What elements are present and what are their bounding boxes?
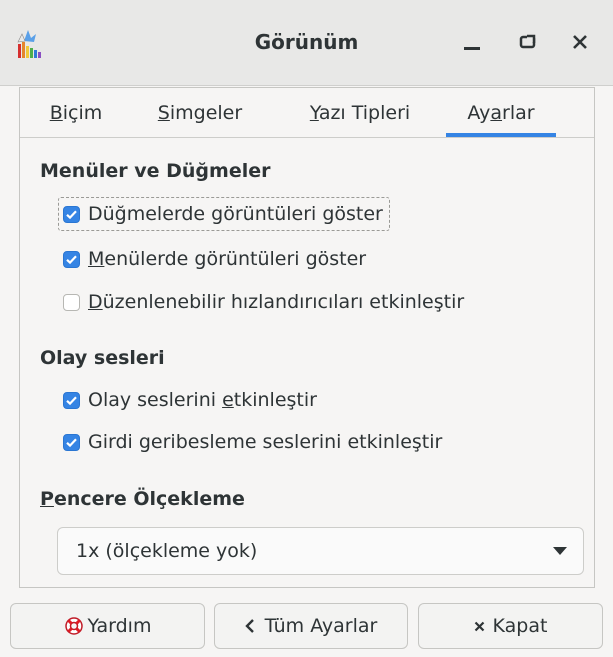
tab-yazi-tipleri[interactable]: Yazı Tipleri: [286, 88, 434, 137]
window-scaling-dropdown[interactable]: 1x (ölçekleme yok): [57, 527, 584, 575]
tab-bar: Biçim Simgeler Yazı Tipleri Ayarlar: [20, 88, 594, 138]
tab-label-mnemonic: a: [490, 102, 503, 124]
label-rest: tkinleştir: [233, 389, 317, 411]
checkbox-label: Düzenlenebilir hızlandırıcıları etkinleş…: [88, 291, 464, 313]
chevron-left-icon: [244, 618, 255, 634]
close-button[interactable]: Kapat: [418, 603, 603, 649]
checkbox-checked-icon[interactable]: [63, 433, 80, 451]
all-settings-button[interactable]: Tüm Ayarlar: [214, 603, 408, 649]
tab-label-mnemonic: Y: [309, 102, 319, 124]
label-mnemonic: P: [40, 488, 54, 510]
checkbox-checked-icon[interactable]: [63, 205, 80, 223]
help-button[interactable]: Yardım: [10, 603, 205, 649]
tab-label: rlar: [502, 102, 535, 124]
checkbox-checked-icon[interactable]: [63, 391, 80, 409]
tab-label: Ay: [467, 102, 491, 124]
lifebuoy-icon: [64, 616, 84, 636]
all-settings-button-label: Tüm Ayarlar: [264, 615, 378, 637]
maximize-button[interactable]: [510, 24, 546, 60]
label-rest: üzenlenebilir hızlandırıcıları etkinleşt…: [102, 291, 465, 313]
checkbox-label: Olay seslerini etkinleştir: [88, 389, 317, 411]
checkbox-unchecked-icon[interactable]: [63, 293, 80, 311]
tab-label-mnemonic: B: [49, 102, 63, 124]
tab-bicim[interactable]: Biçim: [36, 88, 116, 137]
checkbox-button-images[interactable]: Düğmelerde görüntüleri göster: [58, 197, 390, 231]
tab-label: imgeler: [169, 102, 243, 124]
dropdown-value: 1x (ölçekleme yok): [76, 540, 258, 562]
checkbox-event-sounds[interactable]: Olay seslerini etkinleştir: [63, 383, 317, 417]
tab-ayarlar[interactable]: Ayarlar: [446, 88, 556, 137]
checkbox-menu-images[interactable]: Menülerde görüntüleri göster: [63, 242, 366, 276]
minimize-icon: [464, 47, 480, 50]
tab-label: azı Tipleri: [318, 102, 411, 124]
checkbox-label: Menülerde görüntüleri göster: [88, 248, 366, 270]
label-mnemonic: M: [88, 248, 105, 270]
close-icon: [573, 35, 587, 49]
close-window-button[interactable]: [562, 24, 598, 60]
checkbox-checked-icon[interactable]: [63, 250, 80, 268]
section-title-menus: Menüler ve Düğmeler: [40, 160, 271, 182]
checkbox-editable-accels[interactable]: Düzenlenebilir hızlandırıcıları etkinleş…: [63, 285, 464, 319]
label-mnemonic: D: [88, 291, 103, 313]
label-rest: enülerde görüntüleri göster: [104, 248, 367, 270]
dropdown-arrow-icon: [553, 547, 567, 555]
close-x-icon: [474, 621, 485, 632]
tab-label-mnemonic: S: [157, 102, 170, 124]
section-title-sounds: Olay sesleri: [40, 347, 165, 369]
checkbox-label: Girdi geribesleme seslerini etkinleştir: [88, 431, 443, 453]
minimize-button[interactable]: [454, 24, 490, 60]
section-title-scaling: Pencere Ölçekleme: [40, 488, 245, 510]
label-rest: encere Ölçekleme: [53, 488, 245, 510]
tab-label: içim: [62, 102, 103, 124]
checkbox-input-feedback-sounds[interactable]: Girdi geribesleme seslerini etkinleştir: [63, 425, 442, 459]
checkbox-label: Düğmelerde görüntüleri göster: [88, 203, 383, 225]
title-bar: Görünüm: [0, 0, 613, 86]
label-mnemonic: e: [222, 389, 234, 411]
close-button-label: Kapat: [492, 615, 548, 637]
focus-ring: Düğmelerde görüntüleri göster: [58, 197, 390, 231]
help-button-label: Yardım: [87, 615, 152, 637]
restore-icon: [519, 34, 536, 49]
tab-simgeler[interactable]: Simgeler: [138, 88, 262, 137]
label-pre: Olay seslerini: [88, 389, 223, 411]
